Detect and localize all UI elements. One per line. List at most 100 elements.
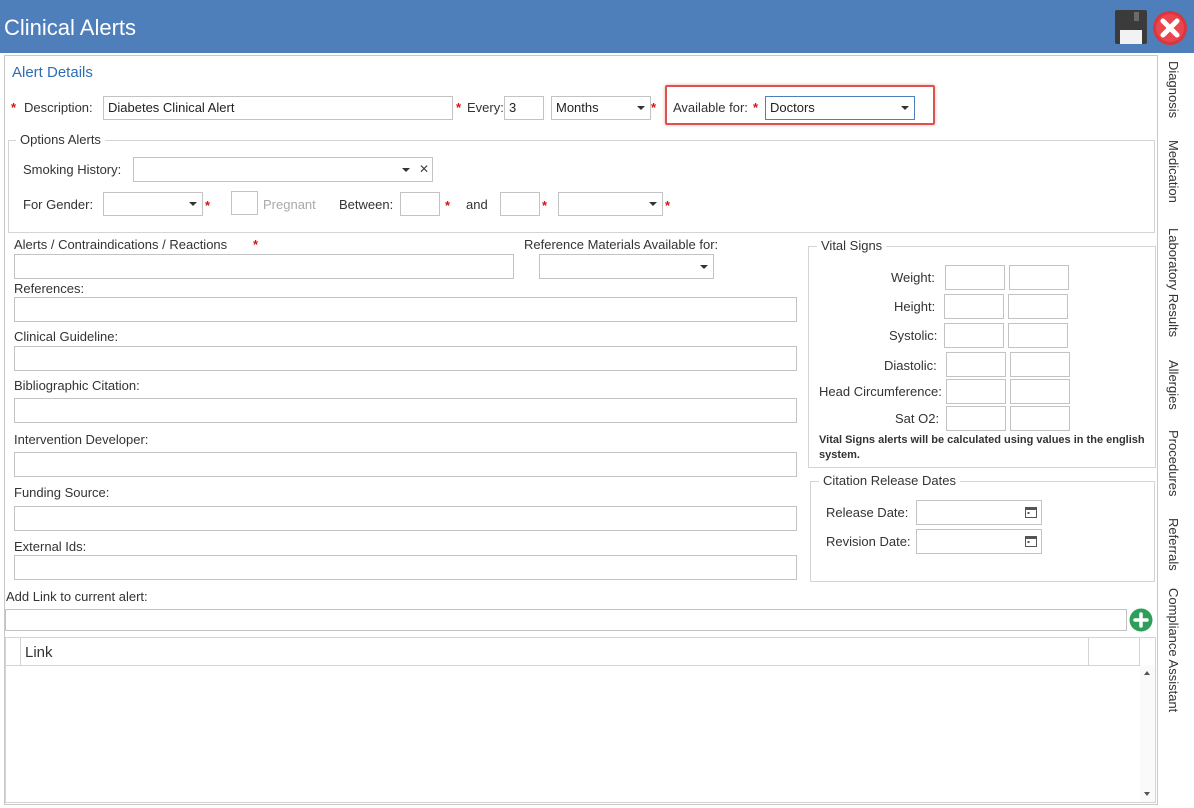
- age-to-input[interactable]: [500, 192, 540, 216]
- save-icon[interactable]: [1114, 9, 1148, 45]
- options-alerts-legend: Options Alerts: [16, 132, 105, 148]
- external-ids-label: External Ids:: [14, 539, 87, 554]
- tab-allergies[interactable]: Allergies: [1165, 360, 1181, 410]
- systolic-label: Systolic:: [889, 328, 938, 343]
- systolic-input-2[interactable]: [1008, 323, 1068, 348]
- required-mark: *: [205, 198, 211, 213]
- smoking-history-label: Smoking History:: [23, 162, 122, 177]
- vital-signs-note: Vital Signs alerts will be calculated us…: [819, 434, 1145, 461]
- plus-circle-icon: [1129, 608, 1153, 632]
- revision-date-input[interactable]: [916, 529, 1042, 554]
- systolic-input-1[interactable]: [944, 323, 1004, 348]
- required-mark: *: [253, 237, 259, 252]
- window-title: Clinical Alerts: [4, 15, 137, 40]
- diastolic-label: Diastolic:: [884, 358, 937, 373]
- funding-source-label: Funding Source:: [14, 485, 110, 500]
- smoking-history-select[interactable]: ✕: [133, 157, 433, 182]
- every-unit-select[interactable]: Months: [551, 96, 651, 120]
- gender-select[interactable]: [103, 192, 203, 216]
- bibliographic-citation-label: Bibliographic Citation:: [14, 378, 140, 393]
- tab-diagnosis[interactable]: Diagnosis: [1165, 61, 1181, 118]
- head-circumference-label: Head Circumference:: [819, 384, 942, 399]
- citation-dates-legend: Citation Release Dates: [819, 473, 960, 489]
- every-input[interactable]: 3: [504, 96, 544, 120]
- weight-input-1[interactable]: [945, 265, 1005, 290]
- chevron-down-icon: [649, 202, 657, 206]
- available-for-select[interactable]: Doctors: [765, 96, 915, 120]
- options-alerts-group: [8, 140, 1155, 233]
- sat-o2-label: Sat O2:: [895, 411, 940, 426]
- head-circumference-input-2[interactable]: [1010, 379, 1070, 404]
- pregnant-checkbox[interactable]: [231, 191, 258, 215]
- height-input-2[interactable]: [1008, 294, 1068, 319]
- references-label: References:: [14, 281, 85, 296]
- required-mark: *: [11, 100, 17, 115]
- age-unit-select[interactable]: [558, 192, 663, 216]
- height-label: Height:: [894, 299, 936, 314]
- reference-materials-label: Reference Materials Available for:: [524, 237, 719, 252]
- required-mark: *: [542, 198, 548, 213]
- for-gender-label: For Gender:: [23, 197, 94, 212]
- intervention-developer-input[interactable]: [14, 452, 797, 477]
- alerts-input[interactable]: [14, 254, 514, 279]
- required-mark: *: [651, 100, 657, 115]
- title-bar: [0, 0, 1194, 53]
- grid-header-divider: [20, 638, 21, 665]
- between-label: Between:: [339, 197, 394, 212]
- description-input[interactable]: Diabetes Clinical Alert: [103, 96, 453, 120]
- head-circumference-input-1[interactable]: [946, 379, 1006, 404]
- grid-scrollbar[interactable]: [1140, 665, 1155, 802]
- external-ids-input[interactable]: [14, 555, 797, 580]
- tab-laboratory-results[interactable]: Laboratory Results: [1165, 228, 1181, 337]
- and-label: and: [466, 197, 488, 212]
- diastolic-input-2[interactable]: [1010, 352, 1070, 377]
- grid-header-divider: [1139, 638, 1140, 665]
- alerts-label: Alerts / Contraindications / Reactions: [14, 237, 228, 252]
- chevron-down-icon: [189, 202, 197, 206]
- calendar-icon[interactable]: [1025, 535, 1037, 547]
- weight-label: Weight:: [891, 270, 935, 285]
- revision-date-label: Revision Date:: [826, 534, 911, 549]
- tab-medication[interactable]: Medication: [1165, 140, 1181, 203]
- chevron-down-icon: [637, 106, 645, 110]
- every-unit-value: Months: [556, 100, 599, 115]
- scroll-up-icon[interactable]: [1144, 671, 1150, 675]
- release-date-label: Release Date:: [826, 505, 909, 520]
- release-date-input[interactable]: [916, 500, 1042, 525]
- diastolic-input-1[interactable]: [946, 352, 1006, 377]
- tab-compliance-assistant[interactable]: Compliance Assistant: [1165, 588, 1181, 712]
- sat-o2-input-2[interactable]: [1010, 406, 1070, 431]
- tab-procedures[interactable]: Procedures: [1165, 430, 1181, 496]
- vital-signs-legend: Vital Signs: [817, 238, 887, 254]
- reference-materials-select[interactable]: [539, 254, 714, 279]
- grid-header-divider: [1088, 638, 1089, 665]
- height-input-1[interactable]: [944, 294, 1004, 319]
- add-link-button[interactable]: [1129, 608, 1153, 632]
- intervention-developer-label: Intervention Developer:: [14, 432, 149, 447]
- sat-o2-input-1[interactable]: [946, 406, 1006, 431]
- scroll-down-icon[interactable]: [1144, 792, 1150, 796]
- column-header-link[interactable]: Link: [25, 644, 53, 662]
- chevron-down-icon: [700, 264, 708, 269]
- close-icon[interactable]: [1152, 10, 1188, 46]
- bibliographic-citation-input[interactable]: [14, 398, 797, 423]
- available-for-label: Available for:: [673, 100, 748, 115]
- clinical-guideline-input[interactable]: [14, 346, 797, 371]
- required-mark: *: [753, 100, 759, 115]
- section-title: Alert Details: [12, 64, 93, 81]
- clear-icon[interactable]: ✕: [419, 158, 429, 180]
- link-input[interactable]: [5, 609, 1127, 631]
- every-label: Every:: [467, 100, 504, 115]
- required-mark: *: [445, 198, 451, 213]
- links-grid-header: [6, 638, 1155, 666]
- tab-referrals[interactable]: Referrals: [1165, 518, 1181, 571]
- weight-input-2[interactable]: [1009, 265, 1069, 290]
- funding-source-input[interactable]: [14, 506, 797, 531]
- references-input[interactable]: [14, 297, 797, 322]
- add-link-label: Add Link to current alert:: [6, 589, 148, 604]
- calendar-icon[interactable]: [1025, 506, 1037, 518]
- chevron-down-icon: [402, 167, 410, 172]
- pregnant-label: Pregnant: [263, 197, 316, 212]
- age-from-input[interactable]: [400, 192, 440, 216]
- required-mark: *: [456, 100, 462, 115]
